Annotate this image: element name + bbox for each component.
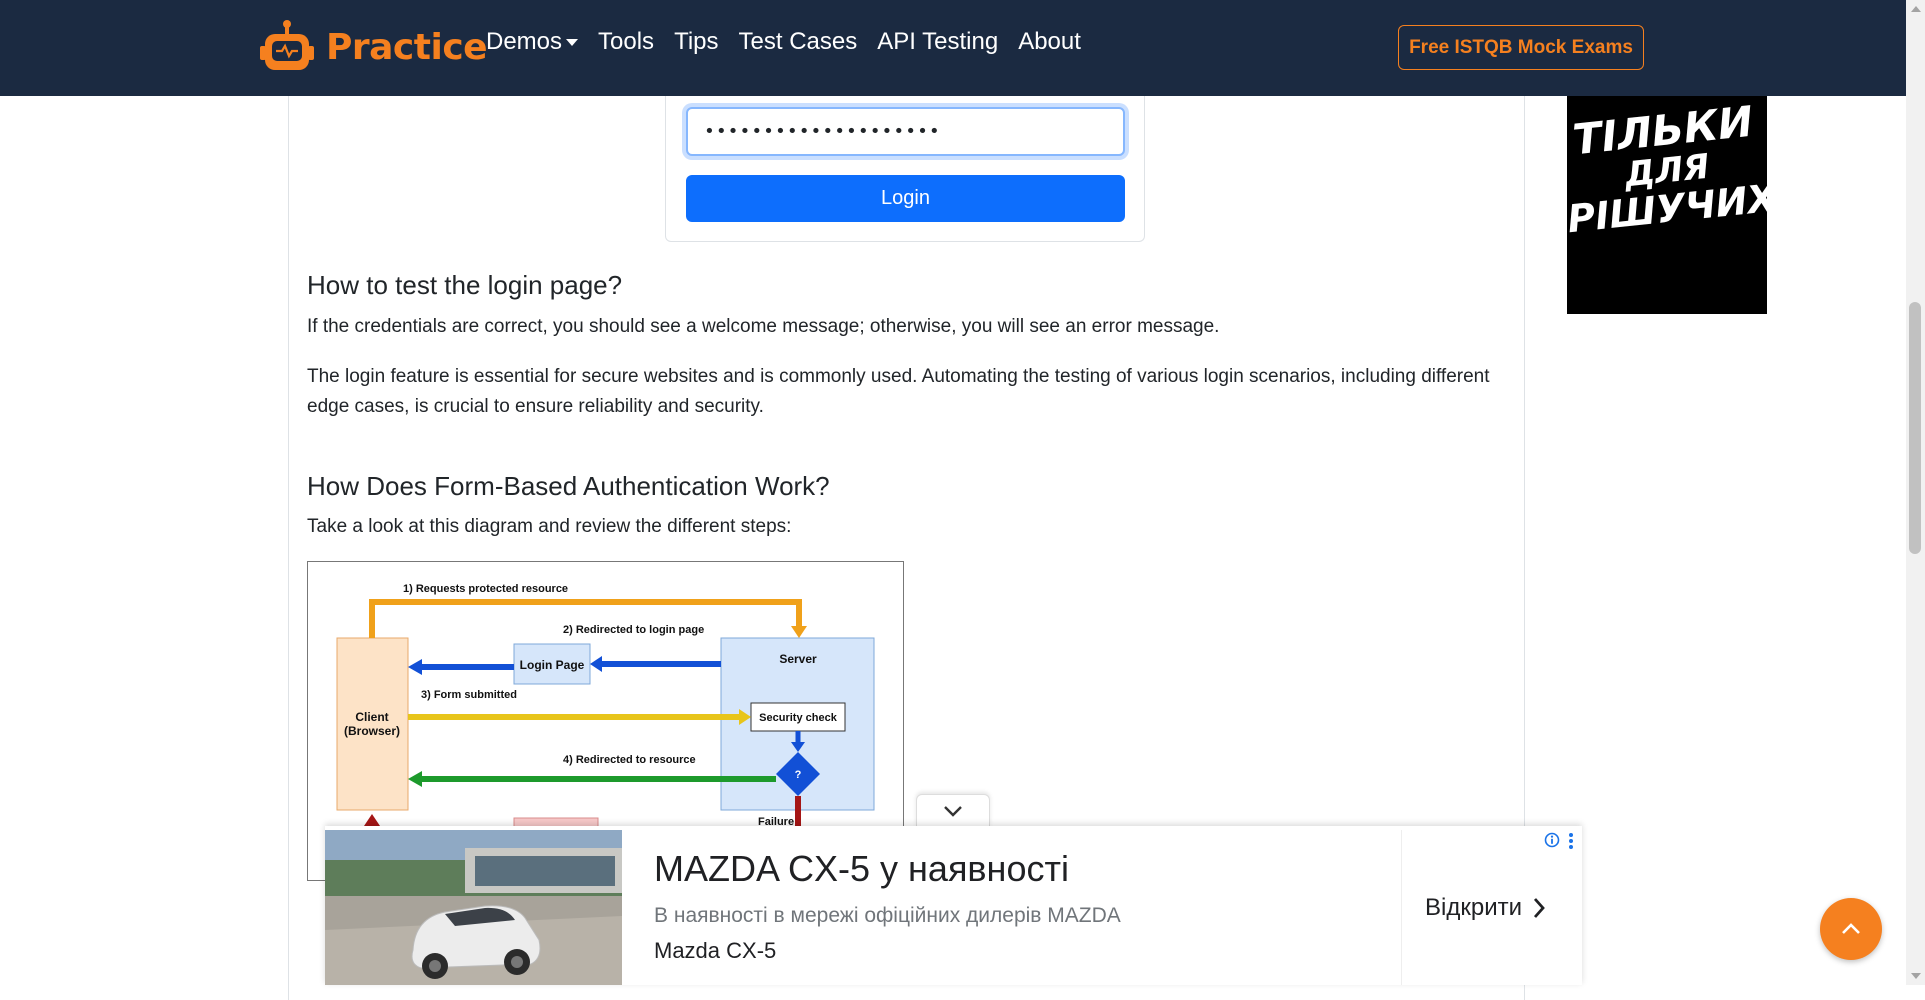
nav-demos-label: Demos <box>486 28 563 55</box>
ad-open-button[interactable]: Відкрити <box>1425 894 1546 922</box>
label-decision: ? <box>795 769 802 781</box>
paragraph-login-feature: The login feature is essential for secur… <box>307 366 1490 417</box>
label-step2: 2) Redirected to login page <box>563 624 704 636</box>
caret-down-icon <box>566 39 579 47</box>
ad-brand: Mazda CX-5 <box>654 938 777 963</box>
ad-description: В наявності в мережі офіційних дилерів M… <box>654 904 1121 927</box>
ad-open-label: Відкрити <box>1425 894 1522 921</box>
label-client-1: Client <box>355 710 388 724</box>
nav-tools[interactable]: Tools <box>598 28 654 56</box>
label-step3: 3) Form submitted <box>421 689 517 701</box>
arrow-step2b-head <box>408 659 422 675</box>
paragraph-diagram-intro: Take a look at this diagram and review t… <box>307 516 792 537</box>
istqb-mock-exams-button[interactable]: Free ISTQB Mock Exams <box>1398 25 1644 70</box>
arrow-step2a-head <box>590 656 602 672</box>
chevron-down-icon <box>944 806 962 817</box>
label-security-check: Security check <box>759 712 838 724</box>
ad-title[interactable]: MAZDA CX-5 у наявності <box>654 848 1069 890</box>
label-step4: 4) Redirected to resource <box>563 754 696 766</box>
robot-logo-icon <box>260 20 314 70</box>
label-step1: 1) Requests protected resource <box>403 583 568 595</box>
nav-about[interactable]: About <box>1018 28 1081 56</box>
bottom-ad-banner[interactable]: MAZDA CX-5 у наявності В наявності в мер… <box>325 826 1582 985</box>
scrollbar-thumb[interactable] <box>1909 302 1921 554</box>
back-to-top-button[interactable] <box>1820 898 1882 960</box>
chevron-up-icon <box>1842 923 1860 934</box>
arrow-step1-head <box>791 626 807 638</box>
navbar: Practice Demos Tools Tips Test Cases API… <box>0 0 1906 96</box>
nav-tips[interactable]: Tips <box>674 28 718 56</box>
heading-how-to-test: How to test the login page? <box>307 270 623 300</box>
brand-name: Practice <box>326 26 488 68</box>
password-input[interactable]: •••••••••••••••••••• <box>686 107 1125 156</box>
brand[interactable]: Practice <box>258 18 488 76</box>
chevron-right-icon <box>1533 898 1545 918</box>
car-photo <box>325 830 622 985</box>
label-login-page: Login Page <box>520 658 585 672</box>
ad-collapse-button[interactable] <box>916 794 990 827</box>
arrow-step4-head <box>408 771 422 787</box>
arrow-client-up-head <box>364 814 380 826</box>
scroll-up-arrow-icon[interactable] <box>1911 6 1921 12</box>
side-ad-banner[interactable]: ТІЛЬКИ ДЛЯ РІШУЧИХ <box>1567 96 1767 314</box>
paragraph-credentials: If the credentials are correct, you shou… <box>307 316 1220 337</box>
nav-demos[interactable]: Demos <box>486 28 579 56</box>
ad-divider <box>1401 830 1402 985</box>
ad-car-image[interactable] <box>325 830 622 985</box>
heading-form-auth: How Does Form-Based Authentication Work? <box>307 471 830 501</box>
label-client-2: (Browser) <box>344 724 400 738</box>
info-icon[interactable] <box>1544 832 1560 848</box>
nav-api-testing[interactable]: API Testing <box>877 28 998 56</box>
label-server: Server <box>779 652 817 666</box>
kebab-menu-icon[interactable] <box>1568 832 1574 850</box>
nav-test-cases[interactable]: Test Cases <box>739 28 858 56</box>
scroll-down-arrow-icon[interactable] <box>1911 973 1921 979</box>
nav-links: Demos Tools Tips Test Cases API Testing … <box>486 28 1101 56</box>
login-button[interactable]: Login <box>686 175 1125 222</box>
